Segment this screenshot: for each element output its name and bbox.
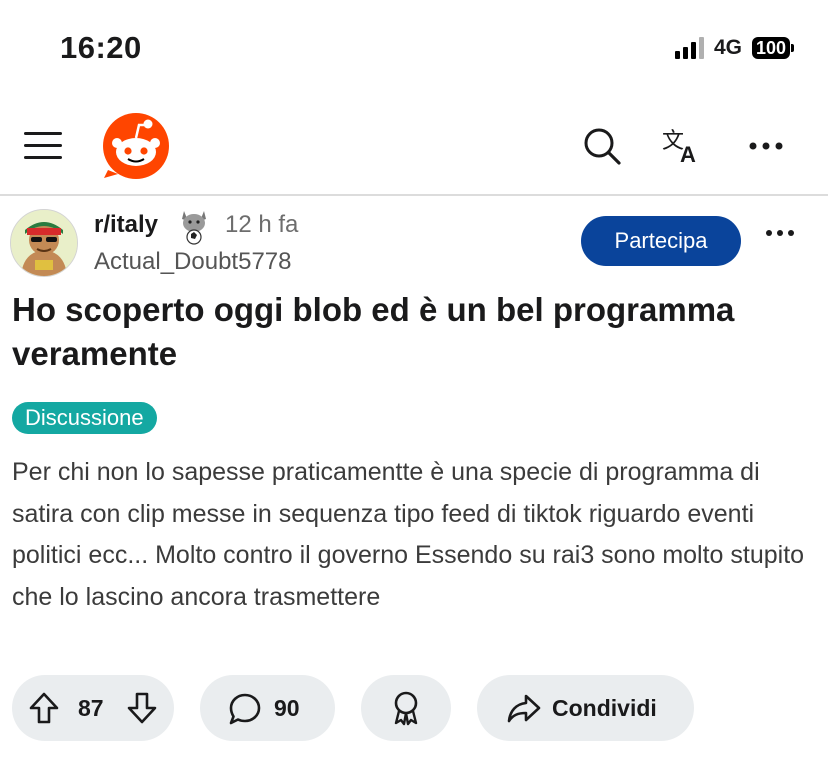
post-action-bar: 87 90 Condividi bbox=[0, 675, 828, 741]
reddit-logo[interactable] bbox=[102, 112, 170, 180]
post-more-icon[interactable] bbox=[764, 225, 796, 243]
share-label: Condividi bbox=[552, 695, 657, 721]
battery-level: 100 bbox=[751, 37, 790, 59]
post-body[interactable]: Per chi non lo sapesse praticamentte è u… bbox=[12, 452, 812, 618]
status-indicators: 4G 100 bbox=[674, 36, 794, 60]
award-button[interactable] bbox=[361, 675, 451, 741]
comment-icon bbox=[228, 692, 262, 731]
award-icon bbox=[390, 690, 422, 731]
post-author[interactable]: Actual_Doubt5778 bbox=[94, 248, 291, 276]
app-header: 文 A bbox=[0, 100, 828, 196]
signal-icon bbox=[674, 37, 704, 59]
battery-icon: 100 bbox=[751, 37, 794, 59]
search-icon[interactable] bbox=[580, 124, 624, 168]
network-type: 4G bbox=[713, 36, 742, 59]
svg-text:A: A bbox=[680, 142, 696, 166]
share-button[interactable]: Condividi bbox=[477, 675, 694, 741]
subreddit-name[interactable]: r/italy bbox=[94, 211, 158, 239]
subreddit-icon bbox=[176, 205, 212, 245]
menu-icon[interactable] bbox=[24, 128, 64, 162]
post-time: 12 h fa bbox=[225, 211, 299, 238]
share-icon bbox=[507, 693, 541, 728]
post-title[interactable]: Ho scoperto oggi blob ed è un bel progra… bbox=[12, 288, 812, 376]
vote-pill: 87 bbox=[12, 675, 174, 741]
vote-count: 87 bbox=[78, 695, 104, 721]
join-button[interactable]: Partecipa bbox=[581, 216, 741, 266]
more-icon[interactable] bbox=[744, 124, 788, 168]
comments-button[interactable]: 90 bbox=[200, 675, 335, 741]
downvote-icon[interactable] bbox=[126, 691, 158, 730]
post-flair[interactable]: Discussione bbox=[12, 402, 157, 434]
status-bar: 16:20 4G 100 bbox=[0, 0, 828, 100]
comment-count: 90 bbox=[274, 695, 300, 721]
upvote-icon[interactable] bbox=[28, 691, 60, 730]
post-meta: r/italy 12 h fa Actual_Doubt5778 Parteci… bbox=[0, 205, 828, 281]
avatar[interactable] bbox=[10, 209, 78, 277]
status-time: 16:20 bbox=[60, 30, 142, 65]
translate-icon[interactable]: 文 A bbox=[662, 124, 706, 168]
